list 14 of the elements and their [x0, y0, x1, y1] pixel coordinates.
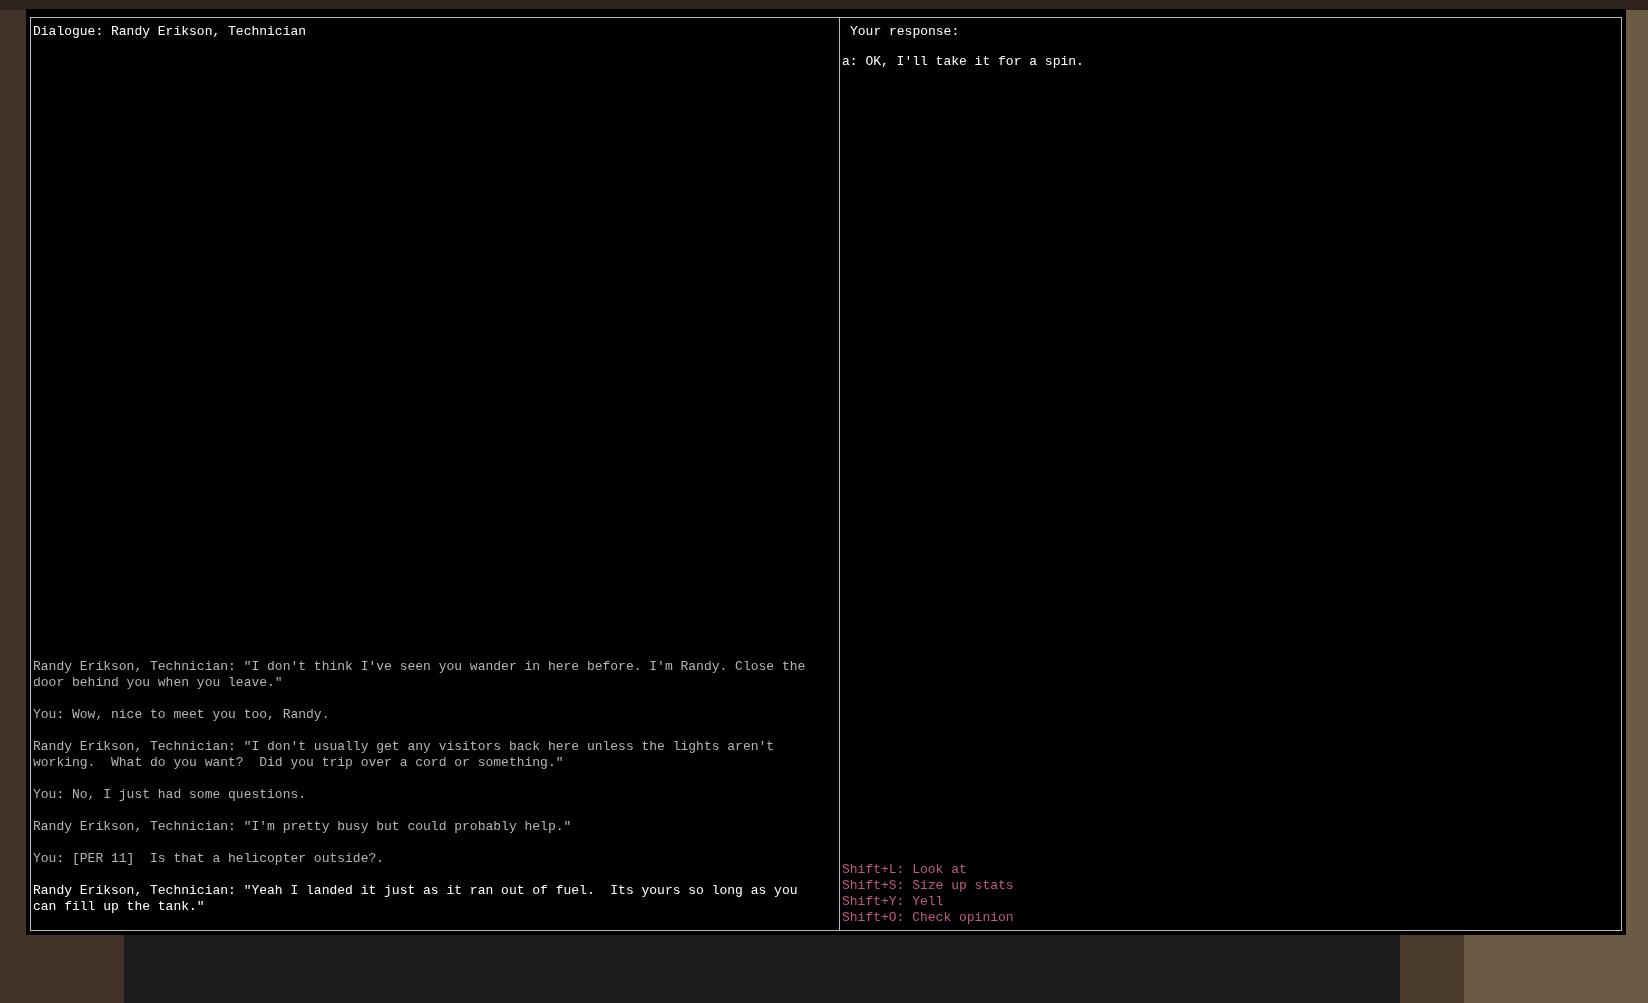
hotkey-hint[interactable]: Shift+S: Size up stats — [842, 878, 1014, 894]
dialogue-line: Randy Erikson, Technician: "I don't usually get any visitors back here unless the lights aren't working. What do you want? Did you trip over a cord or something." — [33, 739, 776, 771]
dialogue-line: Randy Erikson, Technician: "I don't think I've seen you wander in here before. I'm Randy. Close the door behind you when you leave." — [33, 659, 807, 691]
dialogue-line: Randy Erikson, Technician: "I'm pretty busy but could probably help." — [33, 819, 573, 835]
hotkey-hint[interactable]: Shift+Y: Yell — [842, 894, 944, 910]
response-option[interactable]: a: OK, I'll take it for a spin. — [842, 54, 1619, 70]
response-title: Your response: — [849, 24, 961, 40]
hotkey-hint[interactable]: Shift+L: Look at — [842, 862, 967, 878]
dialogue-line: You: No, I just had some questions. — [33, 787, 308, 803]
dialogue-line: Randy Erikson, Technician: "Yeah I landed it just as it ran out of fuel. Its yours so long as you can fill up the tank." — [33, 883, 799, 915]
hotkey-hint[interactable]: Shift+O: Check opinion — [842, 910, 1014, 926]
dialogue-line: You: [PER 11] Is that a helicopter outside?. — [33, 851, 386, 867]
dialogue-line: You: Wow, nice to meet you too, Randy. — [33, 707, 331, 723]
dialogue-title: Dialogue: Randy Erikson, Technician — [33, 24, 308, 40]
